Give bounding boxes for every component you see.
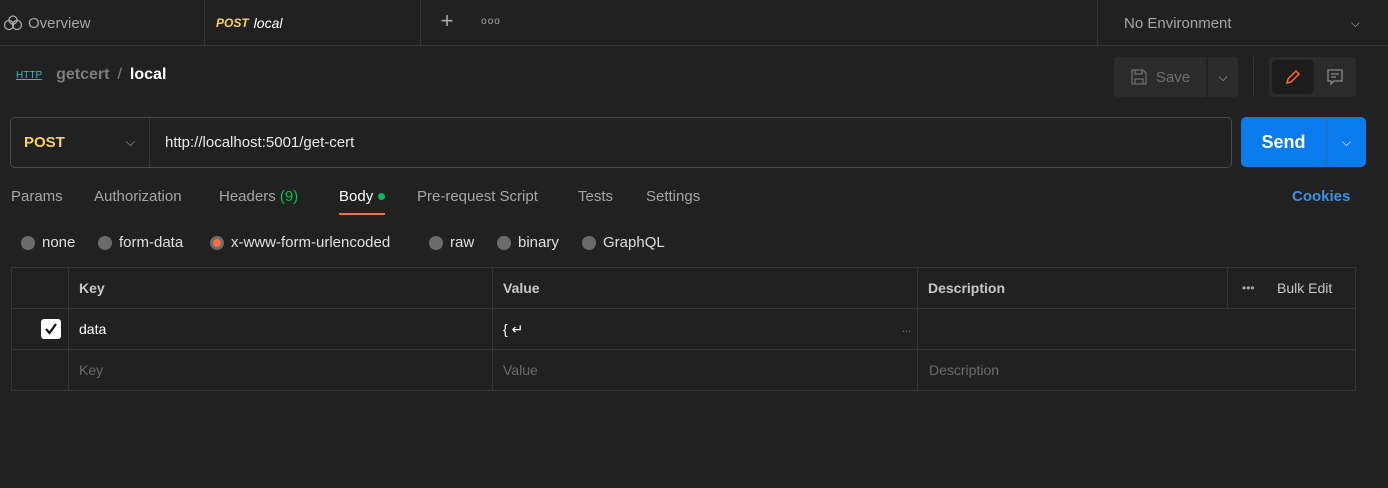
tab-body[interactable]: Body <box>339 188 386 215</box>
params-table: Key Value Description ••• Bulk Edit data… <box>11 267 1356 391</box>
tab-prerequest-script[interactable]: Pre-request Script <box>417 188 538 205</box>
row-checkbox[interactable] <box>41 319 61 339</box>
tab-label: Overview <box>28 14 91 32</box>
overview-icon <box>3 15 23 31</box>
col-divider <box>492 268 493 390</box>
radio-icon <box>429 235 443 250</box>
radio-x-www-form-urlencoded[interactable]: x-www-form-urlencoded <box>210 234 390 251</box>
tab-tests[interactable]: Tests <box>578 188 613 205</box>
more-options-icon[interactable]: ••• <box>1242 268 1255 308</box>
radio-selected-icon <box>210 235 224 250</box>
tab-label: local <box>253 15 283 31</box>
radio-label: none <box>42 234 76 251</box>
send-dropdown-button[interactable]: ⌵ <box>1326 117 1366 167</box>
radio-icon <box>582 235 596 250</box>
tab-authorization[interactable]: Authorization <box>94 188 182 205</box>
row-key-input[interactable]: data <box>79 309 106 349</box>
value-text: { ↵ <box>503 320 524 337</box>
breadcrumb: HTTP getcert / local <box>16 66 166 84</box>
radio-label: x-www-form-urlencoded <box>231 234 391 251</box>
tab-bar: Overview POST local + ooo No Environment… <box>0 0 1388 47</box>
col-divider <box>917 268 918 390</box>
tab-headers[interactable]: Headers (9) <box>219 188 298 205</box>
save-button[interactable]: Save <box>1114 57 1206 97</box>
new-description-input[interactable]: Description <box>929 350 999 390</box>
environment-select[interactable]: No Environment ⌵ <box>1097 0 1388 46</box>
save-icon <box>1131 69 1147 85</box>
method-label: POST <box>24 134 65 151</box>
radio-none[interactable]: none <box>21 234 75 251</box>
tab-post-local[interactable]: POST local <box>205 0 421 47</box>
method-select[interactable]: POST ⌵ <box>11 118 150 167</box>
radio-label: binary <box>518 234 559 251</box>
tab-overview[interactable]: Overview <box>0 0 205 46</box>
body-label: Body <box>339 188 374 205</box>
http-icon: HTTP <box>16 69 43 81</box>
header-description: Description <box>928 280 1006 296</box>
radio-label: raw <box>450 234 475 251</box>
radio-form-data[interactable]: form-data <box>98 234 183 251</box>
row-value-input[interactable]: { ↵... <box>503 309 913 349</box>
headers-count: (9) <box>279 188 299 205</box>
row-divider <box>12 349 1355 350</box>
view-toggle <box>1269 57 1356 97</box>
url-bar: POST ⌵ http://localhost:5001/get-cert <box>10 117 1232 168</box>
url-input[interactable]: http://localhost:5001/get-cert <box>165 118 354 167</box>
radio-icon <box>21 235 35 250</box>
save-label: Save <box>1155 68 1191 86</box>
radio-graphql[interactable]: GraphQL <box>582 234 665 251</box>
radio-icon <box>98 235 112 250</box>
header-key: Key <box>79 280 105 296</box>
tab-params[interactable]: Params <box>11 188 63 205</box>
breadcrumb-collection[interactable]: getcert <box>56 66 109 84</box>
radio-icon <box>497 235 511 250</box>
chevron-down-icon: ⌵ <box>1350 15 1360 30</box>
cookies-link[interactable]: Cookies <box>1292 188 1350 205</box>
expand-ellipsis-icon[interactable]: ... <box>902 323 911 335</box>
breadcrumb-request[interactable]: local <box>130 66 166 84</box>
radio-binary[interactable]: binary <box>497 234 559 251</box>
save-dropdown-button[interactable]: ⌵ <box>1208 57 1238 97</box>
radio-label: GraphQL <box>603 234 665 251</box>
header-value: Value <box>503 280 540 296</box>
col-divider <box>68 268 69 390</box>
chevron-down-icon: ⌵ <box>125 135 135 149</box>
new-key-input[interactable]: Key <box>79 350 103 390</box>
headers-label: Headers <box>219 188 276 205</box>
new-tab-plus-icon[interactable]: + <box>436 8 458 33</box>
col-divider <box>1227 268 1228 308</box>
environment-label: No Environment <box>1124 14 1232 32</box>
divider <box>1253 57 1254 97</box>
tab-method: POST <box>216 16 249 30</box>
breadcrumb-separator: / <box>117 66 122 83</box>
edit-pencil-icon[interactable] <box>1272 60 1314 94</box>
comment-icon[interactable] <box>1317 60 1353 94</box>
radio-label: form-data <box>119 234 184 251</box>
tab-settings[interactable]: Settings <box>646 188 700 205</box>
radio-raw[interactable]: raw <box>429 234 474 251</box>
new-value-input[interactable]: Value <box>503 350 538 390</box>
active-dot <box>378 193 386 200</box>
send-button[interactable]: Send <box>1241 117 1326 167</box>
checkmark-icon <box>45 323 57 335</box>
more-tabs-icon[interactable]: ooo <box>480 12 502 30</box>
bulk-edit-button[interactable]: Bulk Edit <box>1277 268 1332 308</box>
